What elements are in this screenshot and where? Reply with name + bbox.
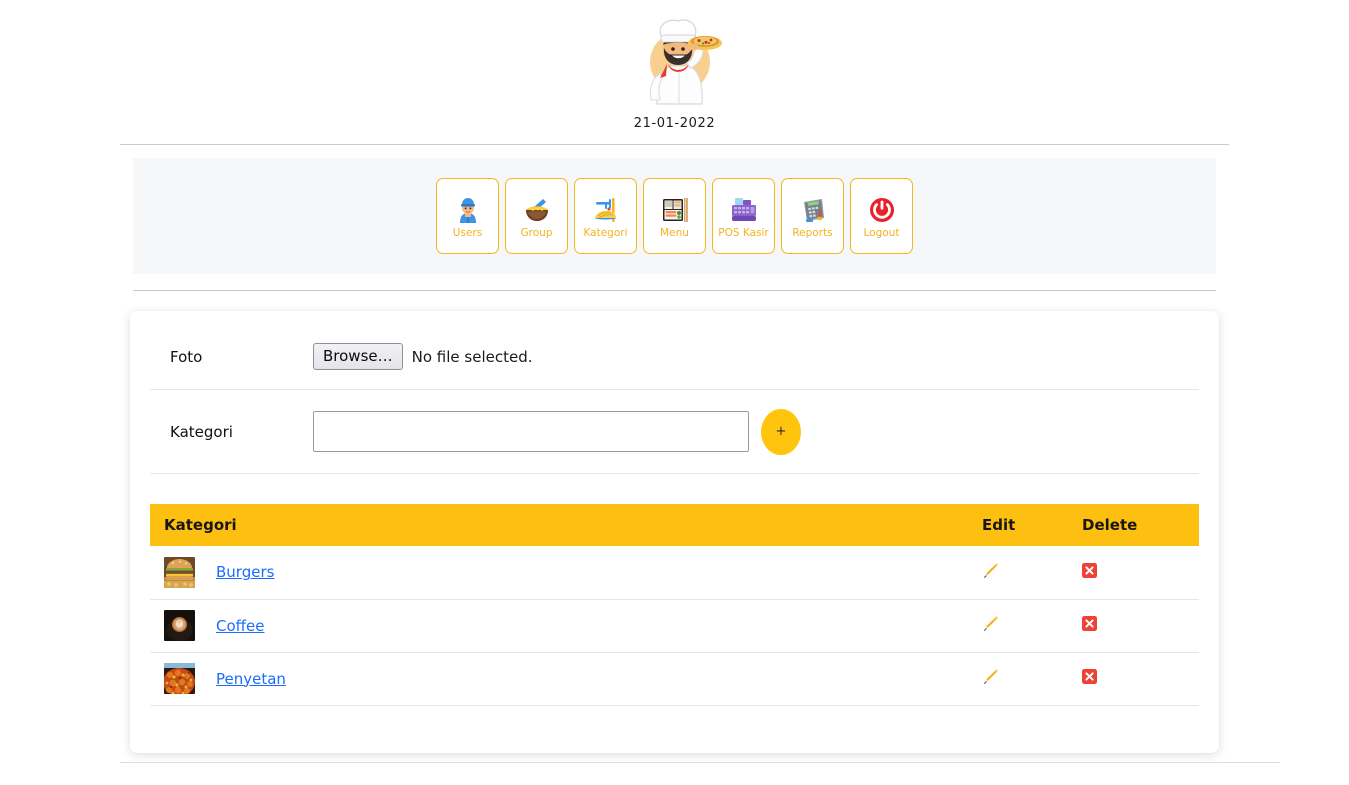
- red-x-icon: [1082, 562, 1097, 578]
- bento-box-icon: [660, 195, 690, 225]
- nav-item-users[interactable]: Users: [436, 178, 499, 254]
- nav-item-menu[interactable]: Menu: [643, 178, 706, 254]
- kategori-page: 21-01-2022 Users Group Kategori Menu POS…: [0, 0, 1349, 785]
- current-date: 21-01-2022: [633, 116, 716, 131]
- column-header-delete: Delete: [1068, 504, 1199, 546]
- nav-item-label: POS Kasir: [718, 227, 769, 239]
- delete-button[interactable]: [1082, 616, 1097, 631]
- pencil-icon: [982, 562, 999, 579]
- main-nav: Users Group Kategori Menu POS Kasir Repo…: [133, 158, 1216, 274]
- latte-coffee-photo-thumbnail: [164, 610, 195, 641]
- nav-item-group[interactable]: Group: [505, 178, 568, 254]
- add-kategori-button[interactable]: +: [761, 408, 801, 455]
- red-x-icon: [1082, 616, 1097, 631]
- nav-item-label: Logout: [863, 227, 900, 239]
- form-row-kategori: Kategori +: [150, 390, 1199, 474]
- divider-bottom: [120, 762, 1280, 763]
- browse-button[interactable]: Browse…: [313, 342, 403, 371]
- nav-item-label: Kategori: [583, 227, 628, 239]
- nav-item-label: Menu: [660, 227, 689, 239]
- cell-delete: [1068, 546, 1199, 600]
- nav-item-pos-kasir[interactable]: POS Kasir: [712, 178, 775, 254]
- foto-file-input[interactable]: Browse… No file selected.: [313, 342, 533, 371]
- table-body: Burgers Coffee Penyetan: [150, 546, 1199, 706]
- file-status-text: No file selected.: [411, 347, 533, 366]
- edit-button[interactable]: [982, 562, 999, 579]
- nav-item-label: Reports: [792, 227, 833, 239]
- cell-kategori: Burgers: [150, 546, 968, 600]
- cell-edit: [968, 599, 1068, 653]
- nav-item-kategori[interactable]: Kategori: [574, 178, 637, 254]
- kategori-input-group: +: [313, 408, 801, 455]
- burger-photo-thumbnail: [164, 556, 195, 588]
- table-head: Kategori Edit Delete: [150, 504, 1199, 546]
- cell-kategori: Penyetan: [150, 652, 968, 706]
- kategori-table: Kategori Edit Delete Burgers Coffee Peny…: [150, 504, 1199, 706]
- cell-delete: [1068, 652, 1199, 706]
- nav-item-label: Users: [452, 227, 483, 239]
- divider-middle: [133, 290, 1216, 291]
- cell-edit: [968, 546, 1068, 600]
- pencil-icon: [982, 615, 999, 632]
- form-row-foto: Foto Browse… No file selected.: [150, 324, 1199, 390]
- edit-button[interactable]: [982, 668, 999, 685]
- nav-item-label: Group: [520, 227, 553, 239]
- spicy-rice-photo-thumbnail: [164, 663, 195, 694]
- edit-button[interactable]: [982, 615, 999, 632]
- delete-button[interactable]: [1082, 669, 1097, 684]
- cell-kategori: Coffee: [150, 599, 968, 653]
- power-off-icon: [867, 195, 897, 225]
- kategori-name-link[interactable]: Coffee: [216, 617, 264, 635]
- column-header-edit: Edit: [968, 504, 1068, 546]
- brand-logo: [627, 12, 723, 108]
- spaghetti-fork-icon: [591, 195, 621, 225]
- cash-register-icon: [729, 195, 759, 225]
- divider-top: [120, 144, 1229, 145]
- foto-label: Foto: [170, 347, 203, 366]
- table-row: Burgers: [150, 546, 1199, 600]
- kategori-label: Kategori: [170, 422, 233, 441]
- kategori-form: Foto Browse… No file selected. Kategori …: [130, 324, 1219, 474]
- worker-chef-icon: [453, 195, 483, 225]
- cell-delete: [1068, 599, 1199, 653]
- cell-edit: [968, 652, 1068, 706]
- nav-item-reports[interactable]: Reports: [781, 178, 844, 254]
- delete-button[interactable]: [1082, 562, 1097, 578]
- table-row: Penyetan: [150, 652, 1199, 706]
- nav-item-logout[interactable]: Logout: [850, 178, 913, 254]
- bowl-with-spoon-icon: [522, 195, 552, 225]
- kategori-name-link[interactable]: Penyetan: [216, 670, 286, 688]
- table-header-row: Kategori Edit Delete: [150, 504, 1199, 546]
- kategori-name-link[interactable]: Burgers: [216, 563, 274, 581]
- red-x-icon: [1082, 669, 1097, 684]
- table-row: Coffee: [150, 599, 1199, 653]
- page-header: 21-01-2022: [0, 0, 1349, 131]
- kategori-card: Foto Browse… No file selected. Kategori …: [130, 311, 1219, 753]
- column-header-kategori: Kategori: [150, 504, 968, 546]
- chef-with-pizza-logo-icon: [649, 19, 722, 105]
- pencil-icon: [982, 668, 999, 685]
- kategori-input[interactable]: [313, 411, 749, 452]
- calculator-terminal-icon: [798, 195, 828, 225]
- kategori-table-wrap: Kategori Edit Delete Burgers Coffee Peny…: [130, 474, 1219, 706]
